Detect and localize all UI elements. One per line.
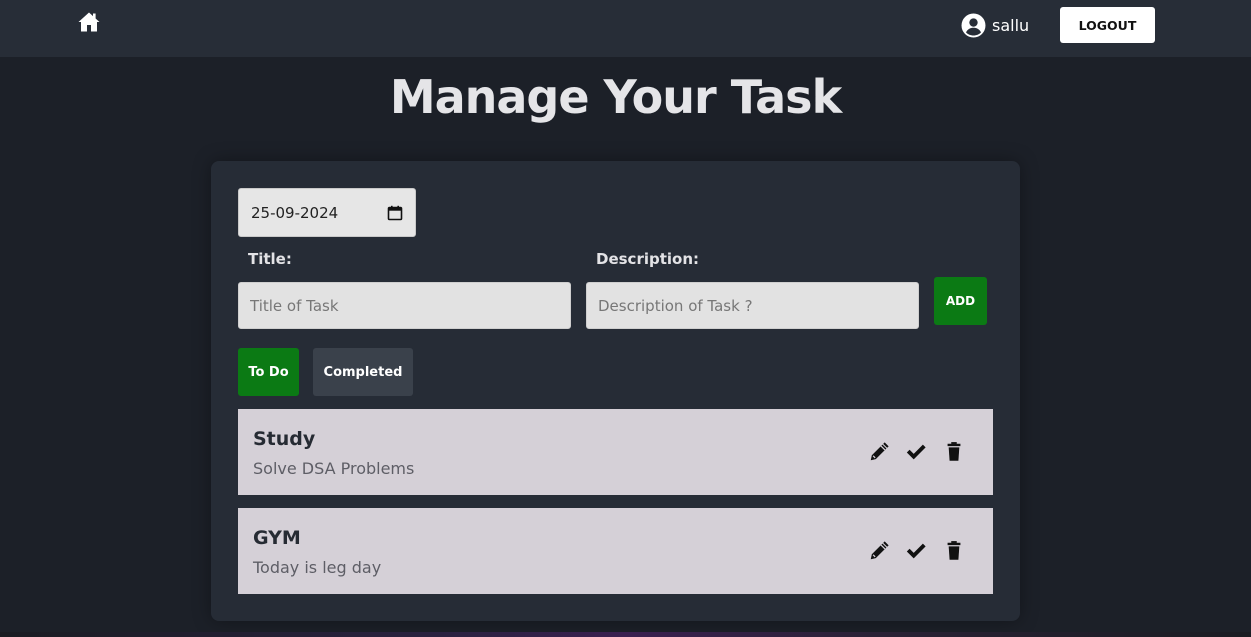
date-value: 25-09-2024 [251,203,339,222]
logout-button[interactable]: LOGOUT [1060,7,1155,43]
calendar-icon[interactable] [387,205,403,221]
tab-completed[interactable]: Completed [313,348,413,396]
date-input[interactable]: 25-09-2024 [238,188,416,237]
trash-icon[interactable] [943,441,965,463]
tab-todo[interactable]: To Do [238,348,299,396]
checkmark-icon[interactable] [905,540,927,562]
description-label: Description: [596,250,700,268]
username: sallu [992,15,1030,35]
task-description: Solve DSA Problems [253,459,415,478]
add-task-button[interactable]: ADD [934,277,987,325]
task-title: GYM [253,527,301,549]
page-title: Manage Your Task [389,70,842,124]
title-label: Title: [248,250,292,268]
checkmark-icon[interactable] [905,441,927,463]
task-title: Study [253,428,316,450]
task-item: GYM Today is leg day [238,508,993,594]
edit-pencil-icon[interactable] [868,441,890,463]
home-icon[interactable] [77,10,101,34]
trash-icon[interactable] [943,540,965,562]
user-profile[interactable]: sallu [961,12,1029,38]
title-input[interactable] [238,282,571,329]
task-description: Today is leg day [253,558,382,577]
edit-pencil-icon[interactable] [868,540,890,562]
task-item: Study Solve DSA Problems [238,409,993,495]
navbar: sallu LOGOUT [0,0,1251,57]
description-input[interactable] [586,282,919,329]
user-circle-icon [961,13,986,37]
bottom-strip [0,632,1251,637]
